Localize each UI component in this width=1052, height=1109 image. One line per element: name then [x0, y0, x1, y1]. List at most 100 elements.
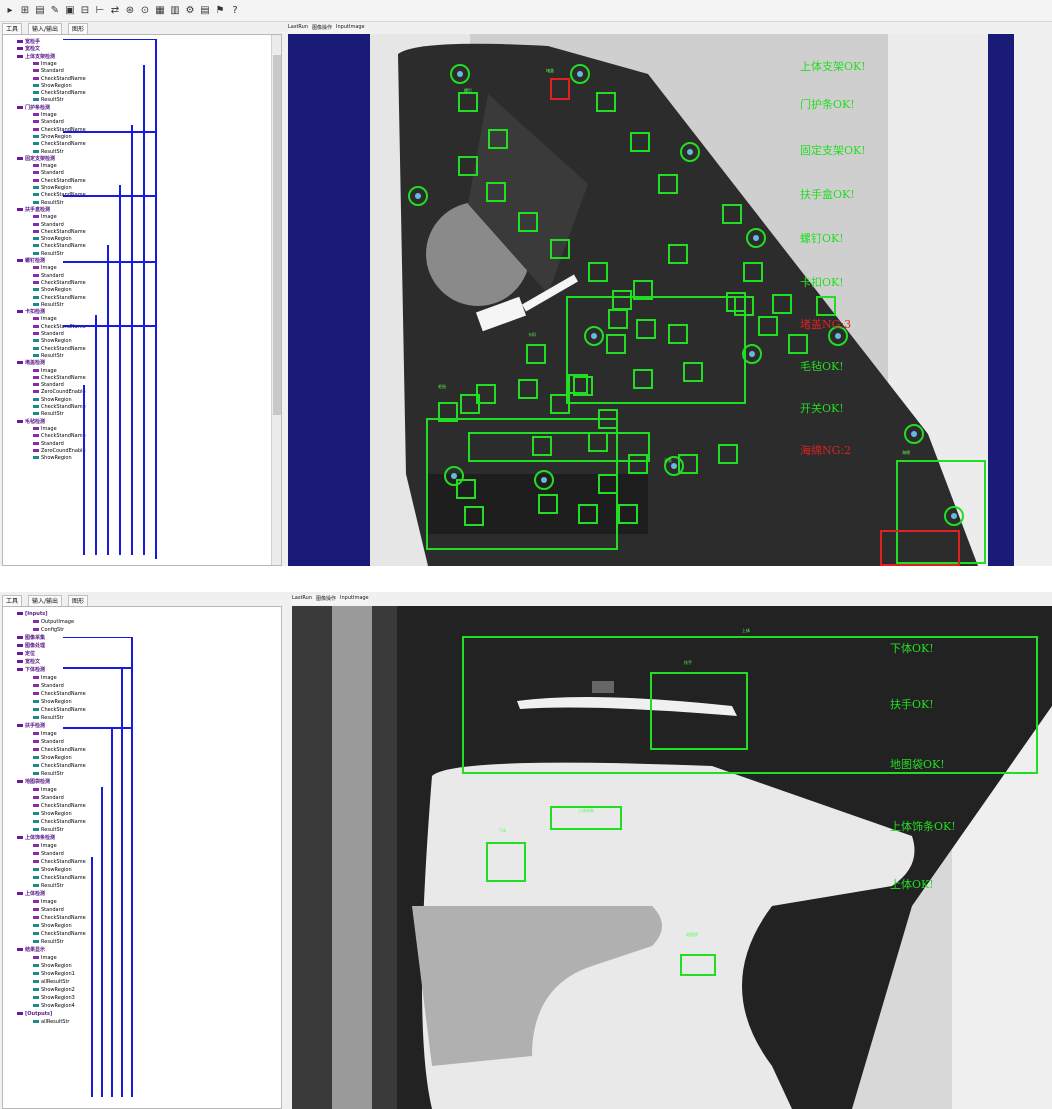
tree-port[interactable]: ShowRegion — [33, 287, 72, 294]
tree-port[interactable]: ResultStr — [33, 302, 64, 309]
tree-port[interactable]: Image — [33, 61, 57, 68]
toolbar-button-15[interactable]: ? — [229, 5, 241, 17]
tree-module[interactable]: 门护条检测 — [17, 105, 50, 112]
tree-port[interactable]: Standard — [33, 739, 64, 746]
toolbar-button-13[interactable]: ▤ — [199, 5, 211, 17]
tree-module[interactable]: 结果显示 — [17, 947, 45, 954]
tree-port[interactable]: ShowRegion — [33, 867, 72, 874]
tree-port[interactable]: CheckStandName — [33, 243, 86, 250]
tree-port[interactable]: CheckStandName — [33, 295, 86, 302]
tab-lastrun[interactable]: LastRun — [288, 24, 308, 34]
tree-port[interactable]: ResultStr — [33, 939, 64, 946]
tree-port[interactable]: CheckStandName — [33, 763, 86, 770]
tree-port[interactable]: CheckStandName — [33, 346, 86, 353]
tree-port[interactable]: ShowRegion — [33, 963, 72, 970]
tree-port[interactable]: ResultStr — [33, 771, 64, 778]
tree-port[interactable]: ShowRegion — [33, 923, 72, 930]
tree-port[interactable]: CheckStandName — [33, 76, 86, 83]
tree-port[interactable]: CheckStandName — [33, 859, 86, 866]
tree-port[interactable]: Image — [33, 368, 57, 375]
tab-image-ops[interactable]: 图像操作 — [312, 24, 332, 34]
tree-module[interactable]: 毛毡检测 — [17, 419, 45, 426]
tree-port[interactable]: Standard — [33, 382, 64, 389]
toolbar-button-3[interactable]: ✎ — [49, 5, 61, 17]
tree-module[interactable]: 上体检测 — [17, 891, 45, 898]
tree-port[interactable]: ShowRegion — [33, 755, 72, 762]
tree-port[interactable]: ShowRegion — [33, 811, 72, 818]
tree-port[interactable]: ZeroCoundEnable — [33, 448, 86, 455]
tree-module[interactable]: 扶手检测 — [17, 723, 45, 730]
tree-module[interactable]: [Outputs] — [17, 1011, 52, 1018]
tree-port[interactable]: ShowRegion — [33, 455, 72, 462]
tree-port[interactable]: allResultStr — [33, 979, 69, 986]
tree-port[interactable]: ResultStr — [33, 251, 64, 258]
tab-inputimage[interactable]: InputImage — [340, 595, 369, 605]
tree-port[interactable]: Standard — [33, 441, 64, 448]
tree-port[interactable]: ResultStr — [33, 97, 64, 104]
tree-port[interactable]: CheckStandName — [33, 229, 86, 236]
tree-port[interactable]: allResultStr — [33, 1019, 69, 1026]
tree-module[interactable]: [Inputs] — [17, 611, 48, 618]
tree-module[interactable]: 宽检手 — [17, 39, 40, 46]
tree-port[interactable]: CheckStandName — [33, 875, 86, 882]
tab-image-ops[interactable]: 图像操作 — [316, 595, 336, 605]
toolbar-button-11[interactable]: ▥ — [169, 5, 181, 17]
tree-port[interactable]: ResultStr — [33, 200, 64, 207]
toolbar-button-5[interactable]: ⊟ — [79, 5, 91, 17]
toolbar-button-14[interactable]: ⚑ — [214, 5, 226, 17]
tree-module[interactable]: 图像采集 — [17, 635, 45, 642]
tree-port[interactable]: Image — [33, 955, 57, 962]
toolbar-button-1[interactable]: ⊞ — [19, 5, 31, 17]
tree-port[interactable]: OutputImage — [33, 619, 74, 626]
tree-port[interactable]: CheckStandName — [33, 819, 86, 826]
tree-port[interactable]: ShowRegion — [33, 397, 72, 404]
tree-port[interactable]: Standard — [33, 273, 64, 280]
tree-module[interactable]: 地图袋检测 — [17, 779, 50, 786]
tree-module[interactable]: 上体饰条检测 — [17, 835, 55, 842]
tree-port[interactable]: CheckStandName — [33, 375, 86, 382]
tree-port[interactable]: CheckStandName — [33, 691, 86, 698]
toolbar-button-0[interactable]: ▸ — [4, 5, 16, 17]
tree-module[interactable]: 扶手盒检测 — [17, 207, 50, 214]
tree-port[interactable]: Standard — [33, 907, 64, 914]
tree-port[interactable]: CheckStandName — [33, 178, 86, 185]
toolbar-button-12[interactable]: ⚙ — [184, 5, 196, 17]
tree-module[interactable]: 宽检文 — [17, 46, 40, 53]
tree-module[interactable]: 堵盖检测 — [17, 360, 45, 367]
tree-module[interactable]: 宽检文 — [17, 659, 40, 666]
tree-port[interactable]: ShowRegion4 — [33, 1003, 75, 1010]
tab-inputimage[interactable]: InputImage — [336, 24, 365, 34]
tree-port[interactable]: CheckStandName — [33, 90, 86, 97]
tree-port[interactable]: Image — [33, 316, 57, 323]
tree-port[interactable]: ConfigStr — [33, 627, 64, 634]
toolbar-button-7[interactable]: ⇄ — [109, 5, 121, 17]
tree-port[interactable]: ShowRegion1 — [33, 971, 75, 978]
toolbar-button-2[interactable]: ▤ — [34, 5, 46, 17]
tree-port[interactable]: CheckStandName — [33, 433, 86, 440]
tree-port[interactable]: Image — [33, 843, 57, 850]
tree-port[interactable]: ShowRegion — [33, 236, 72, 243]
tree-port[interactable]: Standard — [33, 795, 64, 802]
image-viewer[interactable]: 上体饰条 扶手 下体 地图袋 上体 下体OK! 扶手OK! 地图袋OK! 上体饰条OK! 上体OK… — [292, 606, 1052, 1109]
tree-port[interactable]: ResultStr — [33, 883, 64, 890]
toolbar-button-10[interactable]: ▦ — [154, 5, 166, 17]
toolbar-button-4[interactable]: ▣ — [64, 5, 76, 17]
tree-port[interactable]: CheckStandName — [33, 280, 86, 287]
tree-port[interactable]: Image — [33, 112, 57, 119]
toolbar-button-9[interactable]: ⊙ — [139, 5, 151, 17]
tree-port[interactable]: Image — [33, 214, 57, 221]
tree-scrollbar[interactable] — [271, 35, 281, 565]
tree-port[interactable]: Standard — [33, 222, 64, 229]
tree-port[interactable]: Standard — [33, 851, 64, 858]
tree-port[interactable]: Image — [33, 675, 57, 682]
tree-port[interactable]: Image — [33, 899, 57, 906]
tree-port[interactable]: CheckStandName — [33, 931, 86, 938]
tree-module[interactable]: 下体检测 — [17, 667, 45, 674]
tree-port[interactable]: Standard — [33, 68, 64, 75]
tree-port[interactable]: CheckStandName — [33, 803, 86, 810]
tree-module[interactable]: 螺钉检测 — [17, 258, 45, 265]
tree-port[interactable]: Standard — [33, 170, 64, 177]
tree-port[interactable]: Image — [33, 163, 57, 170]
tree-port[interactable]: Standard — [33, 683, 64, 690]
toolbar-button-8[interactable]: ⊛ — [124, 5, 136, 17]
